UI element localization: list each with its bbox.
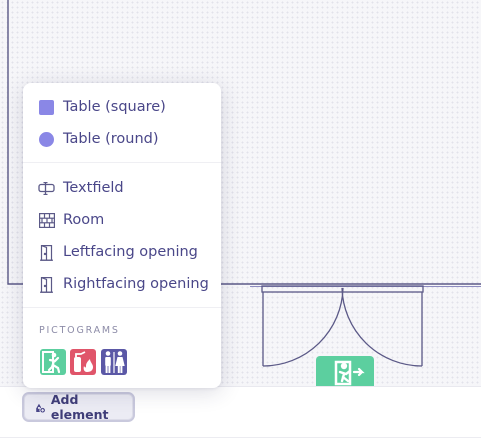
menu-item-table-square[interactable]: Table (square) — [23, 92, 221, 122]
menu-item-label: Table (square) — [63, 99, 166, 115]
menu-item-room[interactable]: Room — [23, 205, 221, 235]
emergency-exit-icon — [42, 351, 61, 374]
table-square-icon — [38, 99, 55, 116]
add-element-label: Add element — [50, 392, 109, 422]
menu-item-rightfacing-opening[interactable]: Rightfacing opening — [23, 269, 221, 299]
fire-extinguisher-pictogram[interactable] — [70, 349, 96, 375]
menu-item-label: Room — [63, 212, 105, 228]
menu-item-label: Leftfacing opening — [63, 244, 198, 260]
textfield-icon — [38, 180, 55, 197]
menu-divider — [23, 307, 221, 308]
add-element-icon — [36, 403, 46, 414]
restroom-icon — [105, 351, 125, 373]
menu-item-textfield[interactable]: Textfield — [23, 173, 221, 203]
table-round-icon — [38, 131, 55, 148]
room-icon — [38, 212, 55, 229]
add-element-menu: Table (square) Table (round) Textfield R… — [23, 83, 221, 388]
double-door[interactable] — [261, 285, 424, 367]
pictograms-heading: PICTOGRAMS — [39, 325, 120, 336]
door-left-icon — [38, 244, 55, 261]
emergency-exit-pictogram[interactable] — [40, 349, 66, 375]
door-right-icon — [38, 276, 55, 293]
menu-item-label: Table (round) — [63, 131, 159, 147]
divider — [0, 437, 481, 438]
restroom-pictogram[interactable] — [101, 349, 127, 375]
menu-divider — [23, 162, 221, 163]
exit-sign[interactable] — [316, 356, 374, 386]
menu-item-label: Textfield — [63, 180, 124, 196]
menu-item-label: Rightfacing opening — [63, 276, 209, 292]
fire-extinguisher-icon — [74, 351, 93, 372]
add-element-button[interactable]: Add element — [22, 392, 135, 422]
menu-item-leftfacing-opening[interactable]: Leftfacing opening — [23, 237, 221, 267]
menu-item-table-round[interactable]: Table (round) — [23, 124, 221, 154]
